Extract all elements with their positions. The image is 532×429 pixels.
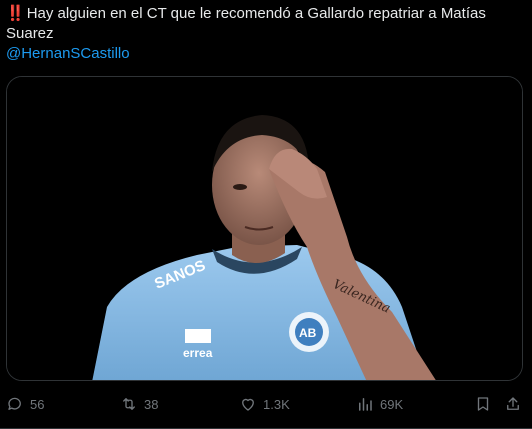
views-count: 69K: [380, 396, 404, 412]
bookmark-icon: [477, 397, 489, 411]
reply-count: 56: [30, 396, 45, 412]
share-button[interactable]: [504, 392, 522, 416]
views-button[interactable]: 69K: [356, 392, 403, 416]
reply-icon: [8, 397, 21, 410]
photo-image: SANOS errea AB Valentina: [7, 77, 522, 380]
brand-logo-icon: [185, 329, 211, 343]
tweet: ‼️ Hay alguien en el CT que le recomendó …: [0, 0, 532, 429]
tweet-photo[interactable]: SANOS errea AB Valentina: [6, 76, 523, 381]
bookmark-button[interactable]: [474, 392, 492, 416]
double-exclamation-icon: ‼️: [6, 5, 25, 22]
jersey-brand: errea: [183, 346, 213, 360]
retweet-icon: [123, 398, 135, 410]
reply-button[interactable]: 56: [6, 392, 44, 416]
heart-icon: [242, 398, 254, 411]
tweet-text: ‼️ Hay alguien en el CT que le recomendó …: [6, 4, 526, 44]
like-button[interactable]: 1.3K: [239, 392, 290, 416]
mention-link[interactable]: @HernanSCastillo: [6, 44, 130, 64]
share-icon: [507, 397, 519, 410]
tweet-actions: 56 38 1.3K 69K: [0, 392, 532, 416]
like-count: 1.3K: [263, 396, 290, 412]
tweet-body: Hay alguien en el CT que le recomendó a …: [6, 5, 486, 42]
views-icon: [359, 398, 372, 411]
crest-text: AB: [299, 326, 317, 340]
retweet-button[interactable]: 38: [120, 392, 158, 416]
retweet-count: 38: [144, 396, 159, 412]
